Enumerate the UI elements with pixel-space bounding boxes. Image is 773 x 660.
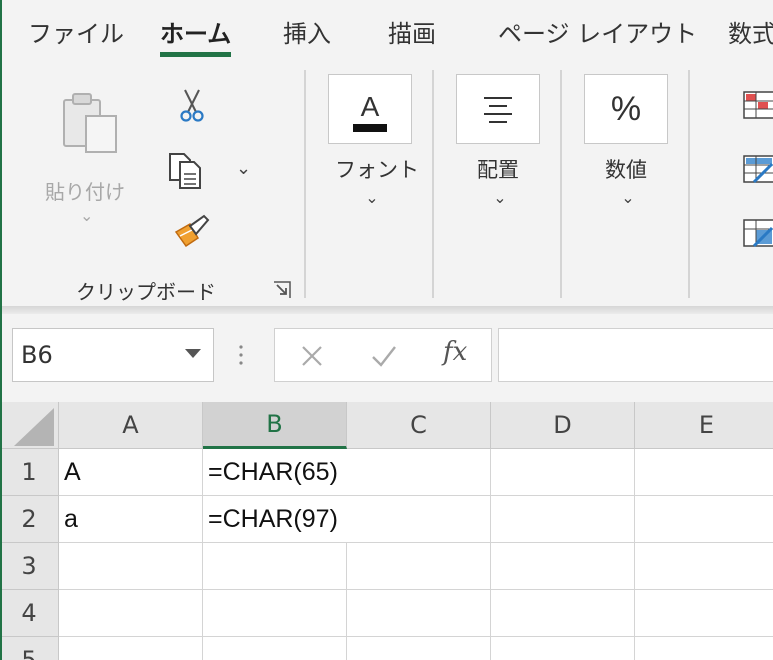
cut-scissors-icon[interactable] [176, 88, 208, 124]
cell-c4[interactable] [347, 590, 491, 637]
copy-icon[interactable] [166, 150, 206, 192]
cell-e5[interactable] [635, 637, 773, 660]
formula-input[interactable] [498, 328, 773, 382]
name-box[interactable]: B6 [12, 328, 214, 382]
percent-icon: % [610, 89, 642, 128]
cell-d2[interactable] [491, 496, 635, 543]
window-edge [0, 0, 2, 660]
name-box-dropdown-icon[interactable] [185, 349, 201, 358]
clipboard-group-label: クリップボード [76, 280, 216, 304]
font-color-icon: A [353, 91, 387, 132]
cell-c5[interactable] [347, 637, 491, 660]
enter-check-icon[interactable] [369, 341, 399, 371]
cell-a5[interactable] [59, 637, 203, 660]
tab-page-layout[interactable]: ページ レイアウト [498, 14, 697, 49]
column-header-d[interactable]: D [491, 402, 635, 449]
cell-c2[interactable] [347, 496, 491, 543]
paste-icon[interactable] [60, 92, 122, 156]
tab-file[interactable]: ファイル [28, 14, 124, 49]
name-box-value: B6 [21, 341, 53, 369]
cell-b2[interactable]: =CHAR(97) [203, 496, 347, 543]
column-header-e[interactable]: E [635, 402, 773, 449]
cancel-close-icon[interactable] [297, 341, 327, 371]
formula-bar-splitter-icon[interactable] [238, 344, 244, 366]
tab-home[interactable]: ホーム [160, 14, 231, 49]
number-group-label: 数値 [605, 158, 647, 182]
font-group-button[interactable]: A [328, 74, 412, 144]
cell-b3[interactable] [203, 543, 347, 590]
cell-b4[interactable] [203, 590, 347, 637]
tab-formulas[interactable]: 数式 [728, 14, 773, 49]
copy-dropdown-chevron-icon[interactable]: ⌄ [236, 158, 251, 179]
cell-b1[interactable]: =CHAR(65) [203, 449, 347, 496]
paste-label: 貼り付け [45, 180, 125, 204]
cell-a1[interactable]: A [59, 449, 203, 496]
dialog-launcher-icon[interactable] [272, 280, 292, 300]
ribbon-tab-bar: ファイル ホーム 挿入 描画 ページ レイアウト 数式 [0, 0, 773, 64]
row-header-3[interactable]: 3 [0, 543, 59, 590]
number-group-button[interactable]: % [584, 74, 668, 144]
column-header-a[interactable]: A [59, 402, 203, 449]
ribbon-separator [304, 70, 306, 298]
font-group-label: フォント [335, 158, 419, 182]
row-header-5[interactable]: 5 [0, 637, 59, 660]
cell-c3[interactable] [347, 543, 491, 590]
formula-buttons: fx [274, 328, 492, 382]
cell-b5[interactable] [203, 637, 347, 660]
column-header-b[interactable]: B [203, 402, 347, 449]
cell-d4[interactable] [491, 590, 635, 637]
ribbon-separator [560, 70, 562, 298]
conditional-formatting-icon[interactable] [742, 88, 773, 122]
cell-e3[interactable] [635, 543, 773, 590]
cell-e2[interactable] [635, 496, 773, 543]
cell-d1[interactable] [491, 449, 635, 496]
row-header-2[interactable]: 2 [0, 496, 59, 543]
cell-a2[interactable]: a [59, 496, 203, 543]
format-painter-brush-icon[interactable] [172, 214, 212, 250]
row-header-4[interactable]: 4 [0, 590, 59, 637]
cell-e1[interactable] [635, 449, 773, 496]
cell-styles-icon[interactable] [742, 216, 773, 250]
cell-c1[interactable] [347, 449, 491, 496]
font-icon-letter: A [361, 91, 380, 122]
active-tab-indicator [160, 52, 231, 57]
cell-d5[interactable] [491, 637, 635, 660]
paste-dropdown-chevron-icon[interactable]: ⌄ [80, 206, 93, 225]
format-as-table-icon[interactable] [742, 152, 773, 186]
row-header-1[interactable]: 1 [0, 449, 59, 496]
ribbon-bottom-shadow [0, 306, 773, 314]
alignment-dropdown-chevron-icon[interactable]: ⌄ [488, 188, 512, 207]
font-dropdown-chevron-icon[interactable]: ⌄ [360, 188, 384, 207]
ribbon-separator [432, 70, 434, 298]
insert-function-fx-icon[interactable]: fx [443, 337, 467, 367]
align-center-icon [484, 97, 512, 123]
tab-draw[interactable]: 描画 [388, 14, 436, 49]
select-all-triangle-icon [14, 408, 54, 446]
alignment-group-button[interactable] [456, 74, 540, 144]
column-header-c[interactable]: C [347, 402, 491, 449]
alignment-group-label: 配置 [477, 158, 519, 182]
number-dropdown-chevron-icon[interactable]: ⌄ [616, 188, 640, 207]
tab-insert[interactable]: 挿入 [283, 14, 331, 49]
cell-a4[interactable] [59, 590, 203, 637]
cell-e4[interactable] [635, 590, 773, 637]
cell-a3[interactable] [59, 543, 203, 590]
ribbon-separator [688, 70, 690, 298]
cell-d3[interactable] [491, 543, 635, 590]
